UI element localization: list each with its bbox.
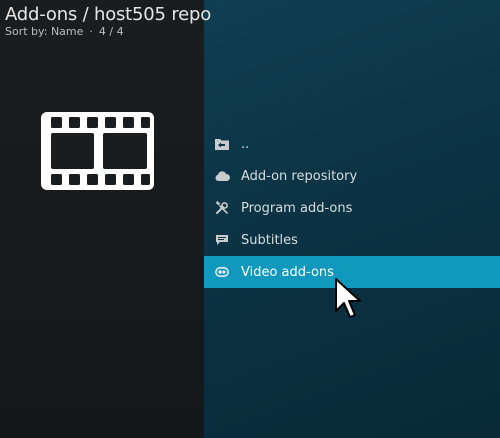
list-item-label: Add-on repository [241, 168, 358, 184]
back-folder-icon [214, 136, 230, 152]
list-item-subtitles[interactable]: Subtitles [204, 224, 500, 256]
addon-list: .. Add-on repository Program add-ons Sub… [204, 128, 500, 288]
sort-info: Sort by: Name · 4 / 4 [5, 26, 211, 38]
video-reel-icon [214, 264, 230, 280]
separator-dot: · [89, 25, 93, 38]
header: Add-ons / host505 repo Sort by: Name · 4 /… [5, 4, 211, 38]
list-item-parent[interactable]: .. [204, 128, 500, 160]
list-item-label: Program add-ons [241, 200, 353, 216]
cloud-icon [214, 168, 230, 184]
page-title: Add-ons / host505 repo [5, 4, 212, 25]
speech-bubble-icon [214, 232, 230, 248]
film-strip-icon [41, 112, 154, 190]
list-item-label: .. [241, 136, 250, 152]
tools-icon [214, 200, 230, 216]
list-item-program-addons[interactable]: Program add-ons [204, 192, 500, 224]
list-item-addon-repository[interactable]: Add-on repository [204, 160, 500, 192]
item-count: 4 / 4 [98, 25, 124, 38]
kodi-addon-browser: Add-ons / host505 repo Sort by: Name · 4 /… [0, 0, 500, 438]
list-item-label: Video add-ons [241, 264, 334, 280]
left-panel [0, 0, 204, 438]
mouse-pointer-icon [335, 278, 361, 318]
sort-label[interactable]: Sort by: Name [5, 25, 83, 38]
list-item-label: Subtitles [241, 232, 298, 248]
